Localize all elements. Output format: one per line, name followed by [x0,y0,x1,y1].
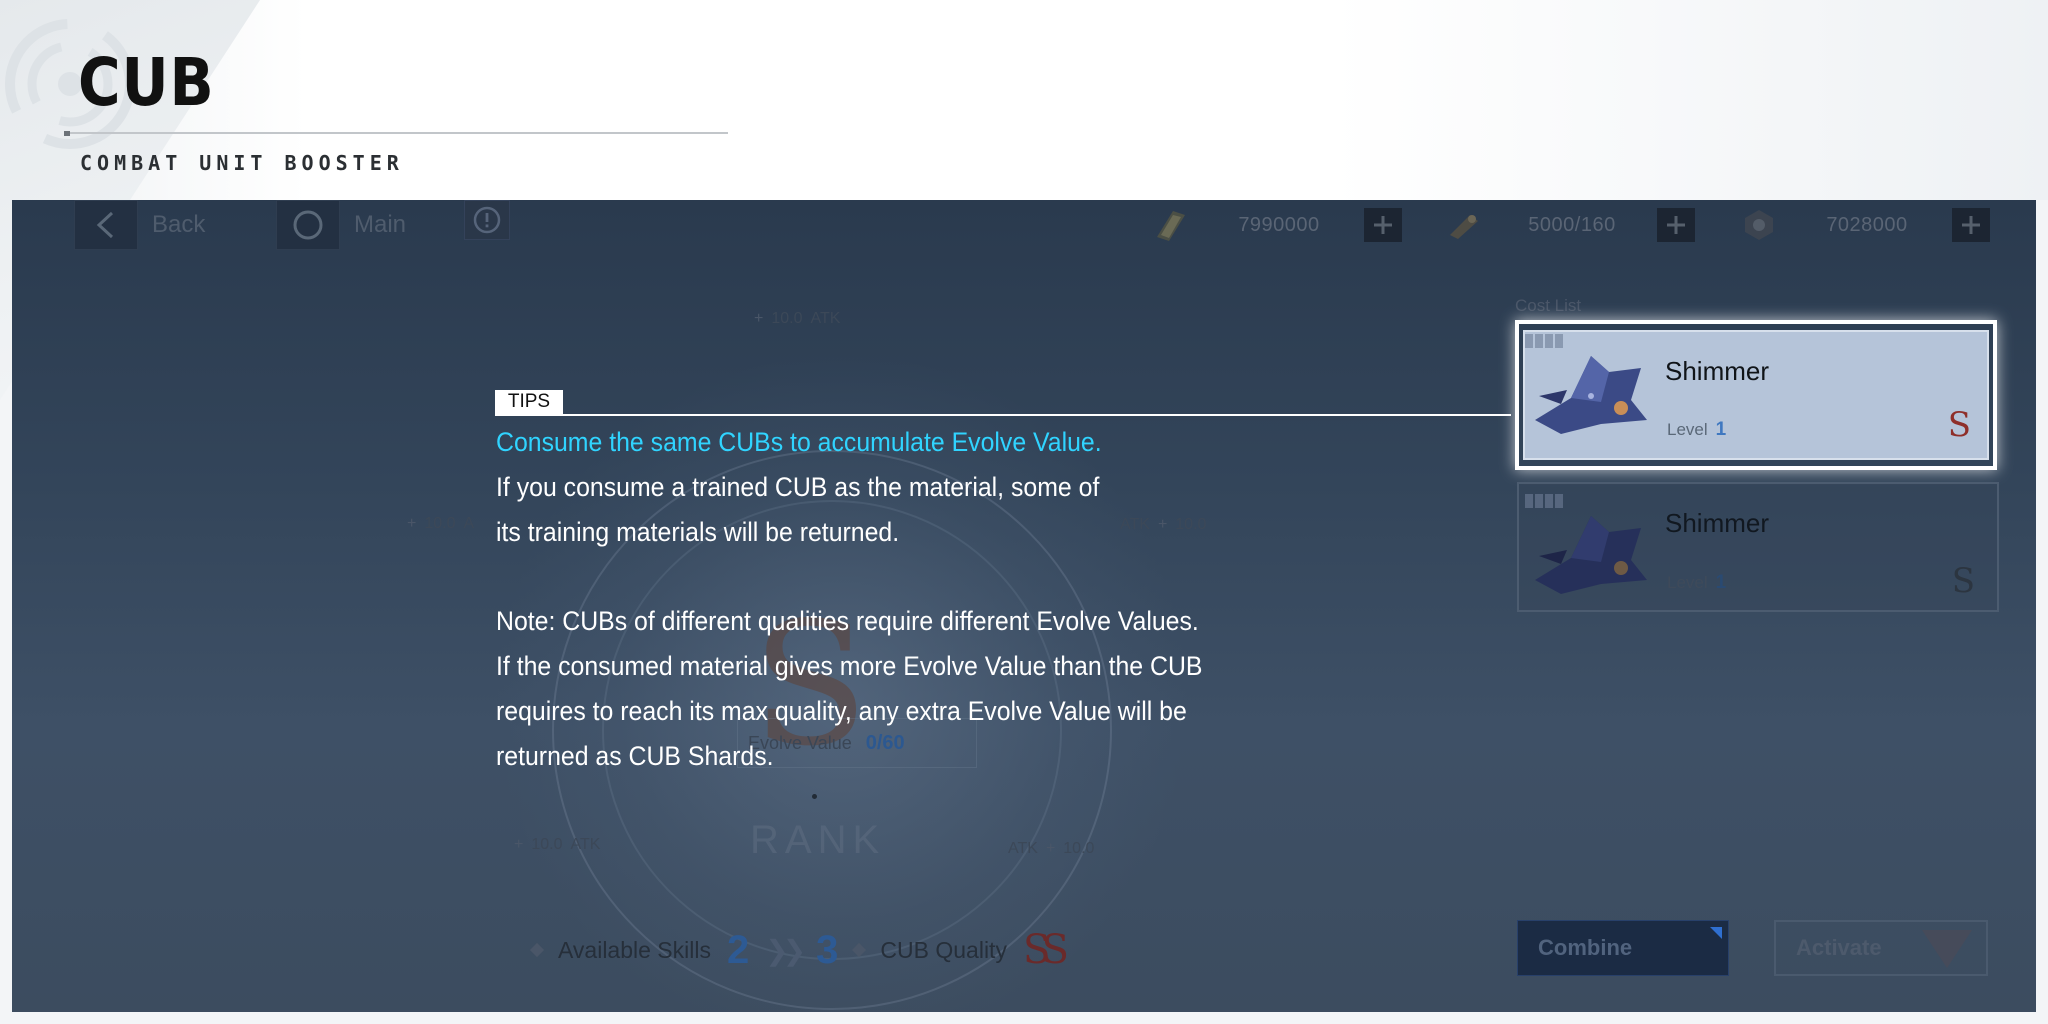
stat-top[interactable]: + 10.0 ATK [754,310,840,328]
stat-value: 10.0 [771,310,803,327]
tips-spacer [496,554,1278,599]
quality-value: SS [1022,927,1069,973]
tips-note-1: Note: CUBs of different qualities requir… [496,606,1199,637]
stat-value: 10.0 [1063,840,1095,857]
plus-icon: + [407,515,417,532]
info-icon [473,206,501,234]
quality-label: CUB Quality [880,936,1007,963]
main-label: Main [354,211,407,238]
ticket-icon [1148,205,1194,245]
core-icon [1736,205,1782,245]
card-name: Shimmer [1665,508,1770,538]
double-chevron-icon: ❯❯ [765,934,806,966]
main-circle-icon [276,200,340,250]
stat-value: 10.0 [424,515,456,532]
resource-1: 7990000 [1148,204,1402,246]
skills-label: Available Skills [558,936,711,963]
plus-icon: + [1045,840,1056,857]
title-divider [64,131,728,136]
tips-highlight: Consume the same CUBs to accumulate Evol… [496,427,1102,457]
back-button[interactable]: Back [74,200,205,250]
stat-unit: ATK [810,310,841,327]
card-name: Shimmer [1665,356,1770,386]
shimmer-cub-art [1535,516,1647,594]
tips-line-2: its training materials will be returned. [496,516,900,547]
add-resource-button[interactable] [1657,208,1695,242]
skills-from: 2 [726,927,750,972]
resource-2: 5000/160 [1441,204,1695,246]
diamond-icon [529,942,545,958]
shimmer-cub-art [1535,356,1647,434]
card-level: Level 1 [1667,419,1726,441]
quality-badge: S [1947,405,1971,445]
page-subtitle: COMBAT UNIT BOOSTER [80,151,404,175]
add-resource-button[interactable] [1364,208,1402,242]
plus-icon: + [754,310,764,327]
tips-badge: TIPS [495,390,563,414]
info-button[interactable] [464,200,510,240]
tips-line-1: If you consume a trained CUB as the mate… [496,471,1100,502]
resource-value: 7028000 [1826,213,1908,236]
diamond-icon [852,942,867,958]
main-button[interactable]: Main [276,200,406,250]
combine-button[interactable]: Combine [1517,920,1729,976]
plus-icon [1667,216,1685,234]
quality-badge: S [1951,561,1975,601]
level-label: Level [1667,420,1708,439]
stat-bottom-right[interactable]: ATK + 10.0 [1008,840,1094,858]
tips-note-2: If the consumed material gives more Evol… [496,650,1203,681]
resource-value: 7990000 [1238,213,1320,236]
card-level: Level 1 [1667,572,1726,594]
level-value: 1 [1715,572,1727,593]
resource-value: 5000/160 [1528,213,1616,236]
page-title: CUB [78,44,215,121]
material-icon [1441,205,1487,245]
stat-unit: ATK [570,836,601,853]
cost-item-selected[interactable]: Shimmer Level 1 S [1515,320,1997,470]
tips-note-3: requires to reach its max quality, any e… [496,695,1187,726]
rank-word: RANK [750,818,886,862]
tips-pointer-line [495,414,1511,416]
plus-icon [1374,216,1392,234]
level-value: 1 [1715,419,1727,440]
plus-icon: + [514,836,524,853]
tips-text: Consume the same CUBs to accumulate Evol… [496,420,1278,778]
skills-to: 3 [816,927,839,972]
cost-item[interactable]: Shimmer Level 1 S [1517,482,1999,612]
stat-bottom-left[interactable]: + 10.0 ATK [514,836,600,854]
back-arrow-icon [74,200,138,250]
back-label: Back [152,211,206,238]
add-resource-button[interactable] [1952,208,1990,242]
cost-list-label: Cost List [1515,296,1582,315]
center-dot [812,794,817,799]
activate-button[interactable]: Activate [1774,920,1988,976]
resource-3: 7028000 [1736,204,1990,246]
tips-note-4: returned as CUB Shards. [496,740,774,771]
level-label: Level [1667,573,1708,592]
stat-left[interactable]: + 10.0 A [407,515,474,533]
stat-unit: ATK [1008,840,1038,857]
stat-unit: A [463,515,475,532]
skills-bar: Available Skills 2 ❯❯ 3 CUB Quality SS [529,920,1069,980]
stat-value: 10.0 [531,836,563,853]
plus-icon [1962,216,1980,234]
